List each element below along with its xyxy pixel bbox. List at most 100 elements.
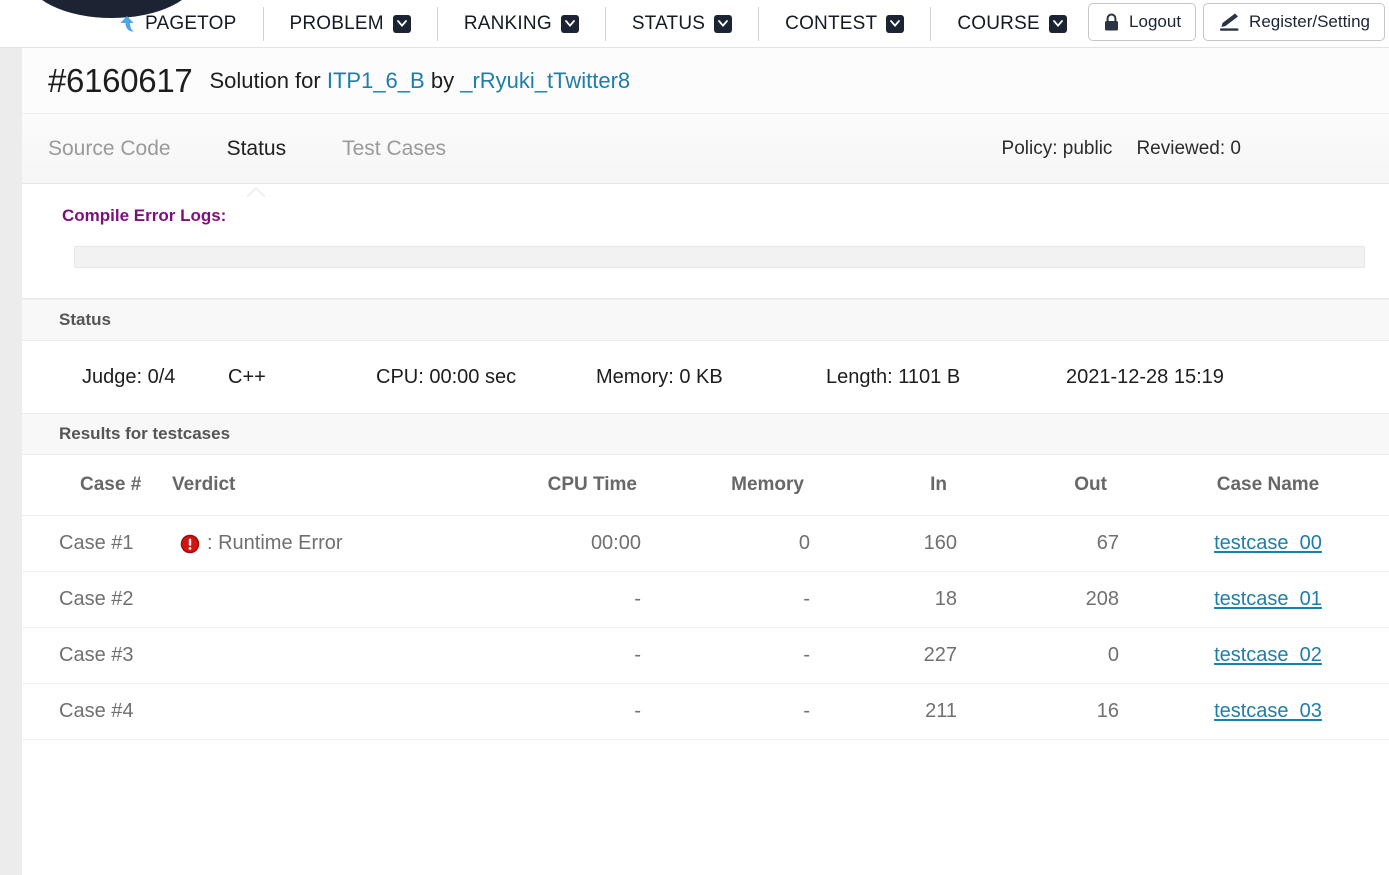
th-in: In xyxy=(822,455,987,516)
cell-verdict: : Runtime Error xyxy=(172,515,462,572)
verdict-text: : Runtime Error xyxy=(207,532,343,554)
table-row: Case #4 - - 211 16 testcase_03 xyxy=(22,683,1389,740)
cell-memory: - xyxy=(647,571,822,628)
cell-in: 211 xyxy=(822,683,987,740)
nav-item-label: CONTEST xyxy=(785,12,878,34)
status-section-header: Status xyxy=(22,299,1389,341)
status-judge: Judge: 0/4 xyxy=(82,365,176,388)
nav-item-problem[interactable]: PROBLEM xyxy=(264,2,437,46)
reviewed-text: Reviewed: 0 xyxy=(1136,137,1241,159)
cell-cpu-time: - xyxy=(462,627,647,684)
cell-cpu-time: - xyxy=(462,683,647,740)
cell-case: Case #2 xyxy=(22,571,172,628)
cell-memory: - xyxy=(647,683,822,740)
pencil-icon xyxy=(1218,12,1240,32)
tab-label: Status xyxy=(226,136,287,160)
problem-link[interactable]: ITP1_6_B xyxy=(327,68,425,93)
status-timestamp: 2021-12-28 15:19 xyxy=(1066,365,1224,388)
solution-by: by xyxy=(430,67,455,93)
testcase-link[interactable]: testcase_00 xyxy=(1214,532,1322,554)
cell-verdict xyxy=(172,627,462,684)
nav-item-status[interactable]: STATUS xyxy=(606,2,758,46)
testcase-link[interactable]: testcase_02 xyxy=(1214,644,1322,666)
status-summary-row: Judge: 0/4 C++ CPU: 00:00 sec Memory: 0 … xyxy=(22,341,1389,413)
error-circle-icon xyxy=(180,534,200,554)
tab-status[interactable]: Status xyxy=(199,137,315,161)
status-memory: Memory: 0 KB xyxy=(596,365,723,388)
chevron-down-icon[interactable] xyxy=(886,14,905,33)
cell-case-name: testcase_02 xyxy=(1147,627,1389,684)
top-navbar: PAGETOP PROBLEM RANKING STATUS CONTEST C… xyxy=(0,0,1389,48)
cell-verdict xyxy=(172,683,462,740)
th-memory: Memory xyxy=(647,455,822,516)
status-cpu: CPU: 00:00 sec xyxy=(376,365,517,388)
nav-item-contest[interactable]: CONTEST xyxy=(759,2,930,46)
chevron-down-icon[interactable] xyxy=(392,14,411,33)
tab-meta: Policy: public Reviewed: 0 xyxy=(1002,138,1365,160)
chevron-down-icon[interactable] xyxy=(560,14,579,33)
solution-id: #6160617 xyxy=(48,61,193,99)
status-length: Length: 1101 B xyxy=(826,365,961,388)
cell-case-name: testcase_00 xyxy=(1147,515,1389,572)
register-setting-label: Register/Setting xyxy=(1249,12,1370,31)
nav-item-ranking[interactable]: RANKING xyxy=(438,2,605,46)
nav-items: PAGETOP PROBLEM RANKING STATUS CONTEST C… xyxy=(92,0,1094,48)
policy-text: Policy: public xyxy=(1001,137,1113,159)
nav-item-label: COURSE xyxy=(957,12,1040,34)
compile-error-section: Compile Error Logs: xyxy=(22,184,1389,299)
th-case: Case # xyxy=(22,455,172,516)
nav-account-actions: Logout Register/Setting xyxy=(1088,3,1385,41)
th-cpu-time: CPU Time xyxy=(462,455,647,516)
register-setting-button[interactable]: Register/Setting xyxy=(1203,3,1385,41)
up-arrow-icon xyxy=(118,14,136,34)
table-row: Case #3 - - 227 0 testcase_02 xyxy=(22,627,1389,684)
cell-out: 16 xyxy=(987,683,1147,740)
cell-verdict xyxy=(172,571,462,628)
cell-case: Case #3 xyxy=(22,627,172,684)
nav-item-label: RANKING xyxy=(463,12,552,34)
table-row: Case #2 - - 18 208 testcase_01 xyxy=(22,571,1389,628)
compile-error-title: Compile Error Logs: xyxy=(62,206,227,225)
content-container: #6160617 Solution for ITP1_6_B by _rRyuk… xyxy=(22,48,1389,875)
results-table: Case # Verdict CPU Time Memory In Out Ca… xyxy=(22,455,1389,740)
th-verdict: Verdict xyxy=(172,455,462,516)
cell-in: 227 xyxy=(822,627,987,684)
chevron-down-icon[interactable] xyxy=(1048,14,1067,33)
cell-case-name: testcase_01 xyxy=(1147,571,1389,628)
cell-out: 208 xyxy=(987,571,1147,628)
solution-prefix: Solution for xyxy=(209,67,321,93)
tabs: Source Code Status Test Cases xyxy=(48,137,474,161)
testcase-link[interactable]: testcase_01 xyxy=(1214,588,1322,610)
tab-bar: Source Code Status Test Cases Policy: pu… xyxy=(22,114,1389,184)
status-language: C++ xyxy=(228,365,266,388)
table-row: Case #1 : Runtime Error 00:00 0 160 67 t… xyxy=(22,515,1389,572)
tab-label: Test Cases xyxy=(342,136,446,160)
active-tab-caret-icon xyxy=(247,187,265,197)
cell-case-name: testcase_03 xyxy=(1147,683,1389,740)
user-link[interactable]: _rRyuki_tTwitter8 xyxy=(460,68,630,93)
compile-error-log-box xyxy=(74,246,1365,268)
cell-in: 160 xyxy=(822,515,987,572)
page-title: #6160617 Solution for ITP1_6_B by _rRyuk… xyxy=(22,48,1389,114)
lock-icon xyxy=(1103,13,1120,32)
solution-description: Solution for ITP1_6_B by _rRyuki_tTwitte… xyxy=(209,68,630,94)
tab-source-code[interactable]: Source Code xyxy=(48,137,199,161)
nav-item-pagetop[interactable]: PAGETOP xyxy=(92,2,263,46)
nav-item-label: STATUS xyxy=(631,12,706,34)
page-background: #6160617 Solution for ITP1_6_B by _rRyuk… xyxy=(0,48,1389,875)
logout-button[interactable]: Logout xyxy=(1088,3,1197,41)
tab-label: Source Code xyxy=(48,136,171,160)
cell-out: 0 xyxy=(987,627,1147,684)
testcase-link[interactable]: testcase_03 xyxy=(1214,700,1322,722)
logout-label: Logout xyxy=(1129,12,1182,31)
cell-out: 67 xyxy=(987,515,1147,572)
th-out: Out xyxy=(987,455,1147,516)
nav-item-course[interactable]: COURSE xyxy=(931,2,1093,46)
nav-item-label: PROBLEM xyxy=(289,12,384,34)
tab-test-cases[interactable]: Test Cases xyxy=(314,137,474,161)
cell-case: Case #4 xyxy=(22,683,172,740)
chevron-down-icon[interactable] xyxy=(714,14,733,33)
cell-cpu-time: - xyxy=(462,571,647,628)
table-header-row: Case # Verdict CPU Time Memory In Out Ca… xyxy=(22,455,1389,516)
cell-cpu-time: 00:00 xyxy=(462,515,647,572)
